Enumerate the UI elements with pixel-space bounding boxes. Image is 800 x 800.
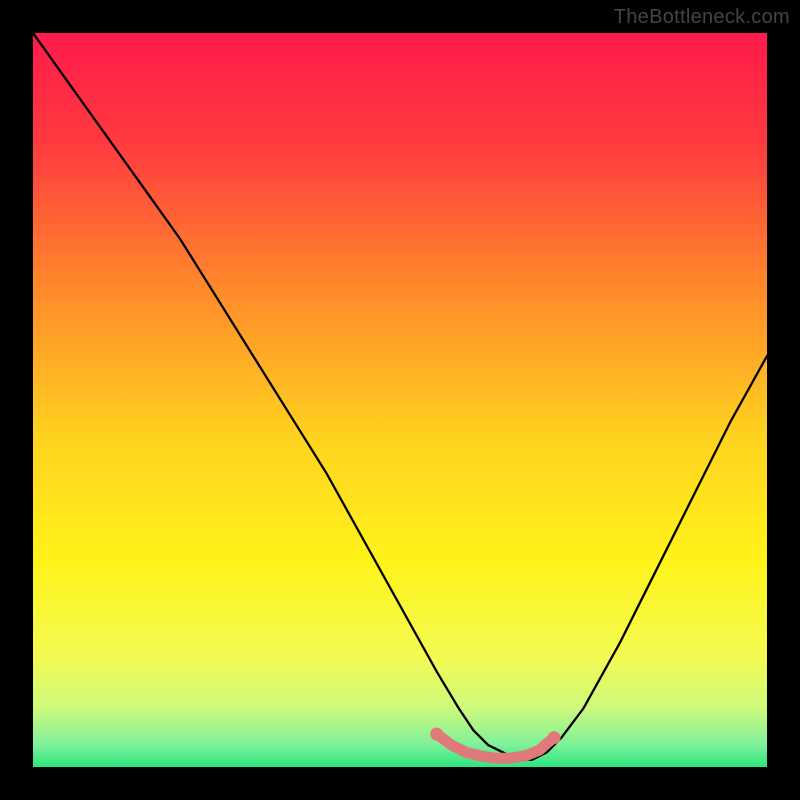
chart-plot-area bbox=[33, 33, 767, 767]
optimal-range-endpoint bbox=[548, 731, 561, 744]
chart-svg bbox=[33, 33, 767, 767]
optimal-range-endpoint bbox=[430, 728, 443, 741]
watermark-text: TheBottleneck.com bbox=[614, 6, 790, 29]
chart-background bbox=[33, 33, 767, 767]
chart-frame: TheBottleneck.com bbox=[0, 0, 800, 800]
